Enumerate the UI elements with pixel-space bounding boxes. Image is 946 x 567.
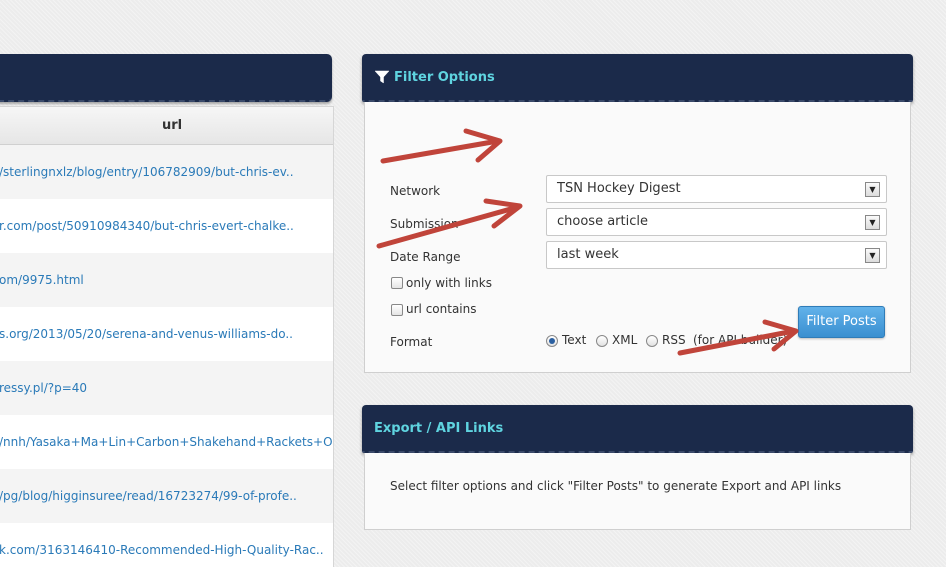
table-row-link[interactable]: /sterlingnxlz/blog/entry/106782909/but-c…	[0, 145, 333, 199]
network-select-value: TSN Hockey Digest	[557, 181, 681, 196]
format-note: (for API builder)	[693, 333, 788, 347]
export-api-panel: Export / API Links Select filter options…	[362, 405, 913, 530]
export-api-header: Export / API Links	[362, 405, 913, 453]
export-api-message: Select filter options and click "Filter …	[390, 479, 842, 493]
filter-posts-button[interactable]: Filter Posts	[798, 306, 885, 338]
url-contains-checkbox[interactable]	[391, 304, 403, 316]
chevron-down-icon: ▼	[865, 215, 880, 230]
table-row-link[interactable]: ressy.pl/?p=40	[0, 361, 333, 415]
funnel-icon	[374, 69, 390, 85]
date-range-label: Date Range	[390, 250, 461, 264]
filter-options-body: Network TSN Hockey Digest ▼ Submission c…	[364, 102, 911, 373]
format-radio-xml[interactable]	[596, 335, 608, 347]
table-rows: /sterlingnxlz/blog/entry/106782909/but-c…	[0, 145, 333, 567]
results-panel-header	[0, 54, 332, 102]
submission-select[interactable]: choose article ▼	[546, 208, 887, 236]
table-row-link[interactable]: om/9975.html	[0, 253, 333, 307]
results-panel: url /sterlingnxlz/blog/entry/106782909/b…	[0, 54, 334, 567]
table-row-link[interactable]: k.com/3163146410-Recommended-High-Qualit…	[0, 523, 333, 567]
chevron-down-icon: ▼	[865, 182, 880, 197]
format-option-text-label: Text	[562, 333, 587, 347]
table-row-link[interactable]: r.com/post/50910984340/but-chris-evert-c…	[0, 199, 333, 253]
results-table: url /sterlingnxlz/blog/entry/106782909/b…	[0, 106, 334, 567]
format-radio-rss[interactable]	[646, 335, 658, 347]
filter-options-panel: Filter Options Network TSN Hockey Digest…	[362, 54, 913, 373]
only-with-links-checkbox[interactable]	[391, 277, 403, 289]
format-label: Format	[390, 335, 433, 349]
only-with-links-label: only with links	[406, 276, 492, 290]
filter-options-title: Filter Options	[394, 69, 495, 85]
date-range-select[interactable]: last week ▼	[546, 241, 887, 269]
table-row-link[interactable]: /nnh/Yasaka+Ma+Lin+Carbon+Shakehand+Rack…	[0, 415, 333, 469]
table-row-link[interactable]: s.org/2013/05/20/serena-and-venus-willia…	[0, 307, 333, 361]
filter-options-header: Filter Options	[362, 54, 913, 102]
submission-select-value: choose article	[557, 214, 648, 229]
export-api-title: Export / API Links	[374, 420, 504, 436]
chevron-down-icon: ▼	[865, 248, 880, 263]
export-api-body: Select filter options and click "Filter …	[364, 453, 911, 530]
network-label: Network	[390, 184, 441, 198]
url-contains-label: url contains	[406, 302, 477, 316]
format-radio-text[interactable]	[546, 335, 558, 347]
submission-label: Submission	[390, 217, 459, 231]
date-range-select-value: last week	[557, 247, 619, 262]
table-row-link[interactable]: /pg/blog/higginsuree/read/16723274/99-of…	[0, 469, 333, 523]
format-option-rss-label: RSS	[662, 333, 686, 347]
network-select[interactable]: TSN Hockey Digest ▼	[546, 175, 887, 203]
format-option-xml-label: XML	[612, 333, 638, 347]
column-header-url[interactable]: url	[0, 107, 333, 145]
